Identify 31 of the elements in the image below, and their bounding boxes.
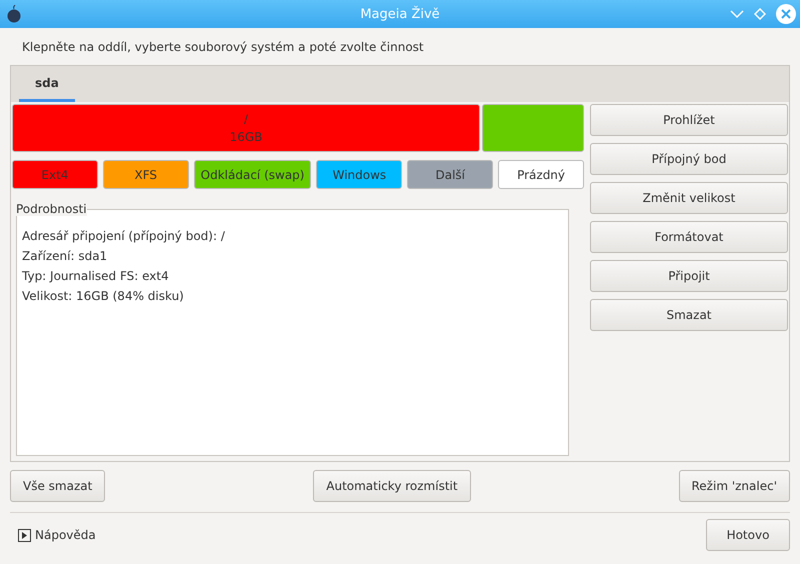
filesystem-legend: Ext4 [12,160,98,189]
details-title: Podrobnosti [16,202,87,216]
close-icon[interactable] [776,4,796,24]
detail-line: Zařízení: sda1 [22,248,108,265]
maximize-icon[interactable] [754,8,766,20]
done-button[interactable]: Hotovo [706,519,790,551]
window-title: Mageia Živě [360,6,440,22]
filesystem-legend: Prázdný [498,160,584,189]
filesystem-legend: Windows [316,160,402,189]
filesystem-legend: XFS [102,160,189,189]
partition-size: 16GB [230,129,262,146]
action-button[interactable]: Připojit [590,260,788,292]
mount-point: / [244,111,248,128]
instruction-text: Klepněte na oddíl, vyberte souborový systém a poté zvolte činnost [21,39,425,56]
filesystem-legend: Odkládací (swap) [194,160,312,189]
detail-line: Adresář připojení (přípojný bod): / [22,228,226,245]
bottom-button[interactable]: Automaticky rozmístit [313,470,471,502]
action-button[interactable]: Prohlížet [590,104,788,136]
detail-line: Typ: Journalised FS: ext4 [22,268,170,285]
minimize-icon[interactable] [730,9,744,19]
action-button[interactable]: Formátovat [590,221,788,253]
bottom-button[interactable]: Režim 'znalec' [678,470,790,502]
bottom-button[interactable]: Vše smazat [10,470,106,502]
action-button[interactable]: Smazat [590,299,788,331]
app-icon [6,5,22,23]
help-expander[interactable]: Nápověda [10,528,104,542]
detail-line: Velikost: 16GB (84% disku) [22,288,185,305]
expander-icon [18,528,31,542]
filesystem-legend: Další [407,160,494,189]
action-button[interactable]: Přípojný bod [590,143,788,175]
action-button[interactable]: Změnit velikost [590,182,788,214]
